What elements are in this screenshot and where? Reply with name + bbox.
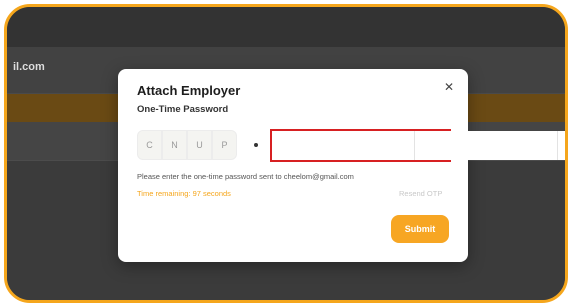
submit-button[interactable]: Submit	[391, 215, 449, 243]
otp-prefix-char: P	[212, 130, 237, 160]
otp-row: C N U P	[137, 129, 565, 162]
separator-dot	[254, 143, 258, 147]
otp-prefix-char: U	[187, 130, 212, 160]
otp-digit-input[interactable]	[558, 131, 565, 160]
screenshot-frame: il.com Attach Employer One-Time Password…	[4, 4, 568, 303]
modal-title: Attach Employer	[137, 83, 241, 98]
modal-subtitle: One-Time Password	[137, 104, 229, 115]
otp-prefix-char: C	[137, 130, 162, 160]
otp-digit-input[interactable]	[415, 131, 558, 160]
background-topbar	[7, 7, 565, 47]
background-email-text: il.com	[13, 61, 45, 73]
otp-prefix-char: N	[162, 130, 187, 160]
resend-otp-link[interactable]: Resend OTP	[399, 189, 442, 198]
otp-input-group	[270, 129, 565, 162]
otp-timer: Time remaining: 97 seconds	[137, 189, 231, 198]
otp-digit-input[interactable]	[272, 131, 415, 160]
otp-info-text: Please enter the one-time password sent …	[137, 172, 354, 181]
close-icon[interactable]: ✕	[441, 79, 457, 95]
attach-employer-modal: Attach Employer One-Time Password ✕ C N …	[118, 69, 565, 262]
